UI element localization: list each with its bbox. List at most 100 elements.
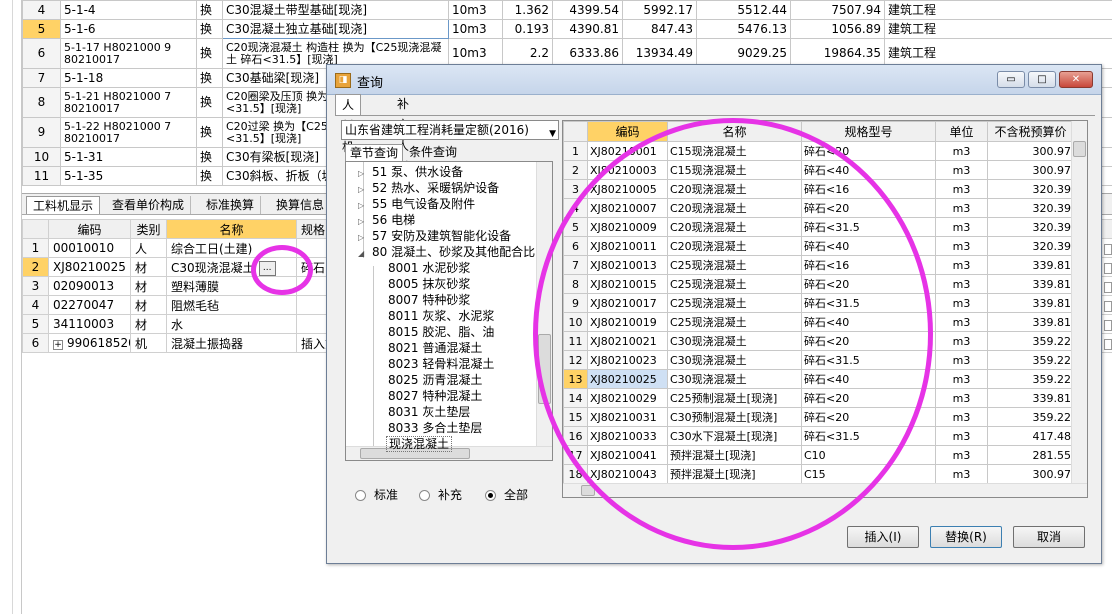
radio-standard[interactable]: 标准 bbox=[355, 486, 398, 503]
row-checkbox[interactable] bbox=[1104, 244, 1112, 255]
tree-node[interactable]: 8025 沥青混凝土 bbox=[388, 372, 482, 388]
tree-node[interactable]: 8027 特种混凝土 bbox=[388, 388, 482, 404]
row-checkbox[interactable] bbox=[1104, 301, 1112, 312]
tree-node[interactable]: 8011 灰浆、水泥浆 bbox=[388, 308, 494, 324]
resource-unit: m3 bbox=[935, 274, 988, 294]
tree-node-label: 8011 灰浆、水泥浆 bbox=[388, 309, 495, 323]
material-code[interactable]: 02090013 bbox=[48, 276, 131, 296]
tree-node-label: 8023 轻骨料混凝土 bbox=[388, 357, 495, 371]
row-checkbox[interactable] bbox=[1104, 263, 1112, 274]
item-code: 5-1-4 bbox=[60, 0, 197, 20]
header-category[interactable]: 类别 bbox=[130, 219, 167, 239]
material-category: 人 bbox=[130, 238, 167, 258]
item-kind: 换 bbox=[196, 0, 223, 20]
close-button[interactable]: ✕ bbox=[1059, 71, 1093, 88]
radio-all[interactable]: 全部 bbox=[485, 486, 528, 503]
row-checkbox[interactable] bbox=[1104, 282, 1112, 293]
insert-button[interactable]: 插入(I) bbox=[847, 526, 919, 548]
row-checkbox[interactable] bbox=[1104, 339, 1112, 350]
header-unit[interactable]: 单位 bbox=[935, 121, 988, 142]
grid-scroll-thumb[interactable] bbox=[1073, 141, 1086, 157]
expanded-icon[interactable]: ◢ bbox=[358, 246, 368, 262]
material-name[interactable]: 混凝土振捣器 bbox=[166, 333, 297, 353]
resource-price: 320.39 bbox=[987, 217, 1074, 237]
material-code-text: 02270047 bbox=[53, 298, 115, 312]
tree-node[interactable]: ▷ 52 热水、采暖锅炉设备 bbox=[358, 180, 499, 196]
chevron-down-icon: ▼ bbox=[549, 129, 556, 139]
annotation-circle-large bbox=[533, 118, 933, 550]
header-spec[interactable]: 规格型号 bbox=[801, 121, 936, 142]
grid-vertical-scrollbar[interactable] bbox=[1071, 121, 1087, 483]
replace-button[interactable]: 替换(R) bbox=[930, 526, 1002, 548]
tree-node-label: 8007 特种砂浆 bbox=[388, 293, 471, 307]
row-checkbox[interactable] bbox=[1104, 320, 1112, 331]
material-name-text: 综合工日(土建) bbox=[171, 241, 253, 256]
cancel-button[interactable]: 取消 bbox=[1013, 526, 1085, 548]
material-code[interactable]: 34110003 bbox=[48, 314, 131, 334]
tree-node[interactable]: ▷ 51 泵、供水设备 bbox=[358, 164, 463, 180]
material-name[interactable]: 水 bbox=[166, 314, 297, 334]
minimize-button[interactable]: ▭ bbox=[997, 71, 1025, 88]
resource-unit: m3 bbox=[935, 236, 988, 256]
resource-unit: m3 bbox=[935, 179, 988, 199]
material-code[interactable]: +990618520 bbox=[48, 333, 131, 353]
tree-node[interactable]: 8023 轻骨料混凝土 bbox=[388, 356, 494, 372]
tab-chapter-query[interactable]: 章节查询 bbox=[345, 144, 404, 162]
material-code[interactable]: XJ80210025 bbox=[48, 257, 131, 277]
resource-price: 339.81 bbox=[987, 293, 1074, 313]
item-kind: 换 bbox=[196, 68, 223, 88]
table-row[interactable]: 5 5-1-6 换 C30混凝土独立基础[现浇] 10m3 0.193 4390.81 847… bbox=[22, 19, 1112, 39]
resource-price: 320.39 bbox=[987, 179, 1074, 199]
tab-conversion-info[interactable]: 换算信息 bbox=[270, 196, 332, 214]
material-code[interactable]: 02270047 bbox=[48, 295, 131, 315]
item-kind: 换 bbox=[196, 147, 223, 167]
tree-node[interactable]: ▷ 57 安防及建筑智能化设备 bbox=[358, 228, 511, 244]
resource-unit: m3 bbox=[935, 331, 988, 351]
resource-unit: m3 bbox=[935, 407, 988, 427]
row-number: 1 bbox=[563, 141, 588, 161]
expand-icon[interactable]: + bbox=[53, 340, 63, 350]
tree-node-label: 现浇混凝土 bbox=[386, 436, 453, 452]
item-name[interactable]: C30混凝土带型基础[现浇] bbox=[222, 0, 449, 20]
tree-node[interactable]: ▷ 56 电梯 bbox=[358, 212, 415, 228]
item-name[interactable]: C30混凝土独立基础[现浇] bbox=[222, 19, 449, 39]
tree-node[interactable]: 8007 特种砂浆 bbox=[388, 292, 470, 308]
tree-node[interactable]: 8033 多合土垫层 bbox=[388, 420, 482, 436]
tree-node[interactable]: 8005 抹灰砂浆 bbox=[388, 276, 470, 292]
left-edge-panel bbox=[0, 0, 22, 614]
tree-node[interactable]: 8021 普通混凝土 bbox=[388, 340, 482, 356]
tree-node[interactable]: ▷ 55 电气设备及附件 bbox=[358, 196, 475, 212]
dialog-titlebar[interactable]: ◨ 查询 ▭ □ ✕ bbox=[327, 65, 1101, 95]
header-name[interactable]: 名称 bbox=[166, 219, 297, 239]
radio-dot bbox=[419, 490, 430, 501]
tab-supplement-resources[interactable]: 补充人材机 bbox=[391, 94, 415, 195]
tab-condition-query[interactable]: 条件查询 bbox=[405, 144, 461, 162]
tree-node[interactable]: ◢ 80 混凝土、砂浆及其他配合比 bbox=[358, 244, 535, 260]
tree-node[interactable]: 8015 胶泥、脂、油 bbox=[388, 324, 494, 340]
row-number: 4 bbox=[22, 295, 49, 315]
row-number: 6 bbox=[22, 333, 49, 353]
row-number: 8 bbox=[22, 87, 61, 118]
chapter-tree: ▷ 51 泵、供水设备 ▷ 52 热水、采暖锅炉设备 ▷ 55 电气设备及附件 ▷ 56 电梯… bbox=[345, 161, 553, 461]
tab-unit-price-composition[interactable]: 查看单价构成 bbox=[106, 196, 192, 214]
dialog-title: 查询 bbox=[357, 76, 384, 91]
tab-material-display[interactable]: 工料机显示 bbox=[26, 196, 101, 214]
tab-resources[interactable]: 人材机 bbox=[335, 94, 362, 154]
tree-node[interactable]: 现浇混凝土 bbox=[386, 436, 453, 452]
material-name[interactable]: 阻燃毛毡 bbox=[166, 295, 297, 315]
header-code[interactable]: 编码 bbox=[48, 219, 131, 239]
material-category: 机 bbox=[130, 333, 167, 353]
material-code[interactable]: 00010010 bbox=[48, 238, 131, 258]
tab-standard-conversion[interactable]: 标准换算 bbox=[200, 196, 262, 214]
tree-node-label: 55 电气设备及附件 bbox=[372, 197, 476, 211]
table-row[interactable]: 4 5-1-4 换 C30混凝土带型基础[现浇] 10m3 1.362 4399.54 599… bbox=[22, 0, 1112, 20]
maximize-button[interactable]: □ bbox=[1028, 71, 1056, 88]
header-price[interactable]: 不含税预算价 bbox=[987, 121, 1074, 142]
radio-label: 标准 bbox=[374, 488, 399, 502]
radio-supplement[interactable]: 补充 bbox=[419, 486, 462, 503]
item-type: 建筑工程 bbox=[884, 0, 1112, 20]
tree-node[interactable]: 8001 水泥砂浆 bbox=[388, 260, 470, 276]
tree-node[interactable]: 8031 灰土垫层 bbox=[388, 404, 470, 420]
tree-node-label: 8021 普通混凝土 bbox=[388, 341, 483, 355]
quota-select[interactable]: 山东省建筑工程消耗量定额(2016) ▼ bbox=[341, 120, 559, 140]
